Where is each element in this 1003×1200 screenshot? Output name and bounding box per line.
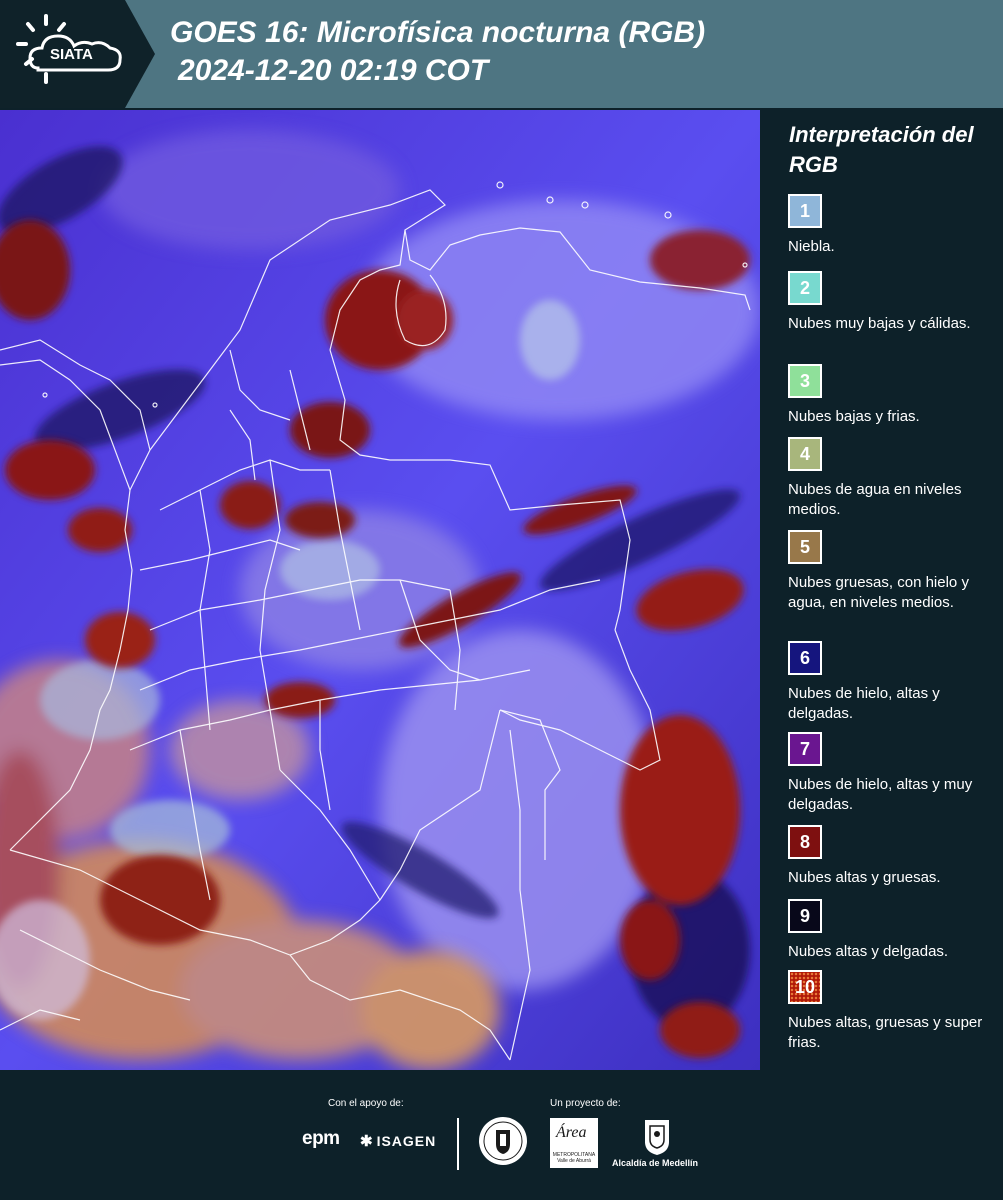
legend-swatch: 8 [788,825,822,859]
epm-logo: epm [302,1128,340,1149]
project-caption: Un proyecto de: [550,1098,621,1109]
rgb-legend: Interpretación del RGB 1 Niebla. 2 Nubes… [760,108,1003,1070]
legend-item-7: 7 Nubes de hielo, altas y muy delgadas. [788,732,993,815]
satellite-map [0,110,760,1070]
legend-item-6: 6 Nubes de hielo, altas y delgadas. [788,641,993,724]
support-caption: Con el apoyo de: [328,1098,404,1109]
legend-label: Nubes de hielo, altas y muy delgadas. [788,776,973,813]
legend-swatch: 2 [788,271,822,305]
legend-swatch: 10 [788,970,822,1004]
legend-label: Nubes altas, gruesas y super frias. [788,1014,983,1051]
legend-item-8: 8 Nubes altas y gruesas. [788,825,993,888]
legend-swatch: 1 [788,194,822,228]
satellite-rgb-image [0,110,760,1070]
legend-label: Nubes de hielo, altas y delgadas. [788,685,940,722]
siata-logo: SIATA [0,0,155,108]
area-logo-subtitle: METROPOLITANA Valle de Aburrá [552,1152,596,1164]
legend-label: Nubes altas y gruesas. [788,869,941,886]
legend-item-9: 9 Nubes altas y delgadas. [788,899,993,962]
footer: Con el apoyo de: Un proyecto de: epm ✱ IS… [0,1070,1003,1200]
university-seal-icon [479,1117,527,1165]
isagen-logo: ✱ ISAGEN [360,1132,436,1150]
legend-swatch: 3 [788,364,822,398]
legend-item-10: 10 Nubes altas, gruesas y super frias. [788,970,993,1053]
legend-label: Nubes de agua en niveles medios. [788,481,962,518]
legend-title: Interpretación del RGB [789,122,974,177]
medellin-label: Alcaldía de Medellín [612,1158,699,1168]
legend-item-1: 1 Niebla. [788,194,993,257]
legend-swatch: 6 [788,641,822,675]
area-metropolitana-logo: Área METROPOLITANA Valle de Aburrá [550,1118,598,1168]
page-timestamp: 2024-12-20 02:19 COT [178,54,489,87]
medellin-shield-icon [645,1120,669,1155]
legend-item-2: 2 Nubes muy bajas y cálidas. [788,271,993,334]
legend-label: Nubes muy bajas y cálidas. [788,315,971,332]
siata-logo-text: SIATA [50,46,93,63]
legend-label: Nubes bajas y frias. [788,408,920,425]
legend-swatch: 4 [788,437,822,471]
legend-swatch: 5 [788,530,822,564]
legend-item-5: 5 Nubes gruesas, con hielo y agua, en ni… [788,530,993,613]
area-logo-text: Área [556,1124,587,1141]
legend-label: Nubes gruesas, con hielo y agua, en nive… [788,574,969,611]
legend-label: Nubes altas y delgadas. [788,943,949,960]
legend-swatch: 7 [788,732,822,766]
legend-swatch: 9 [788,899,822,933]
legend-item-4: 4 Nubes de agua en niveles medios. [788,437,993,520]
legend-label: Niebla. [788,238,835,255]
isagen-mark-icon: ✱ [360,1133,374,1150]
header-bar: SIATA GOES 16: Microfísica nocturna (RGB… [0,0,1003,108]
isagen-logo-text: ISAGEN [376,1133,437,1149]
footer-divider [457,1118,459,1170]
legend-item-3: 3 Nubes bajas y frias. [788,364,993,427]
page-title: GOES 16: Microfísica nocturna (RGB) [170,16,706,49]
